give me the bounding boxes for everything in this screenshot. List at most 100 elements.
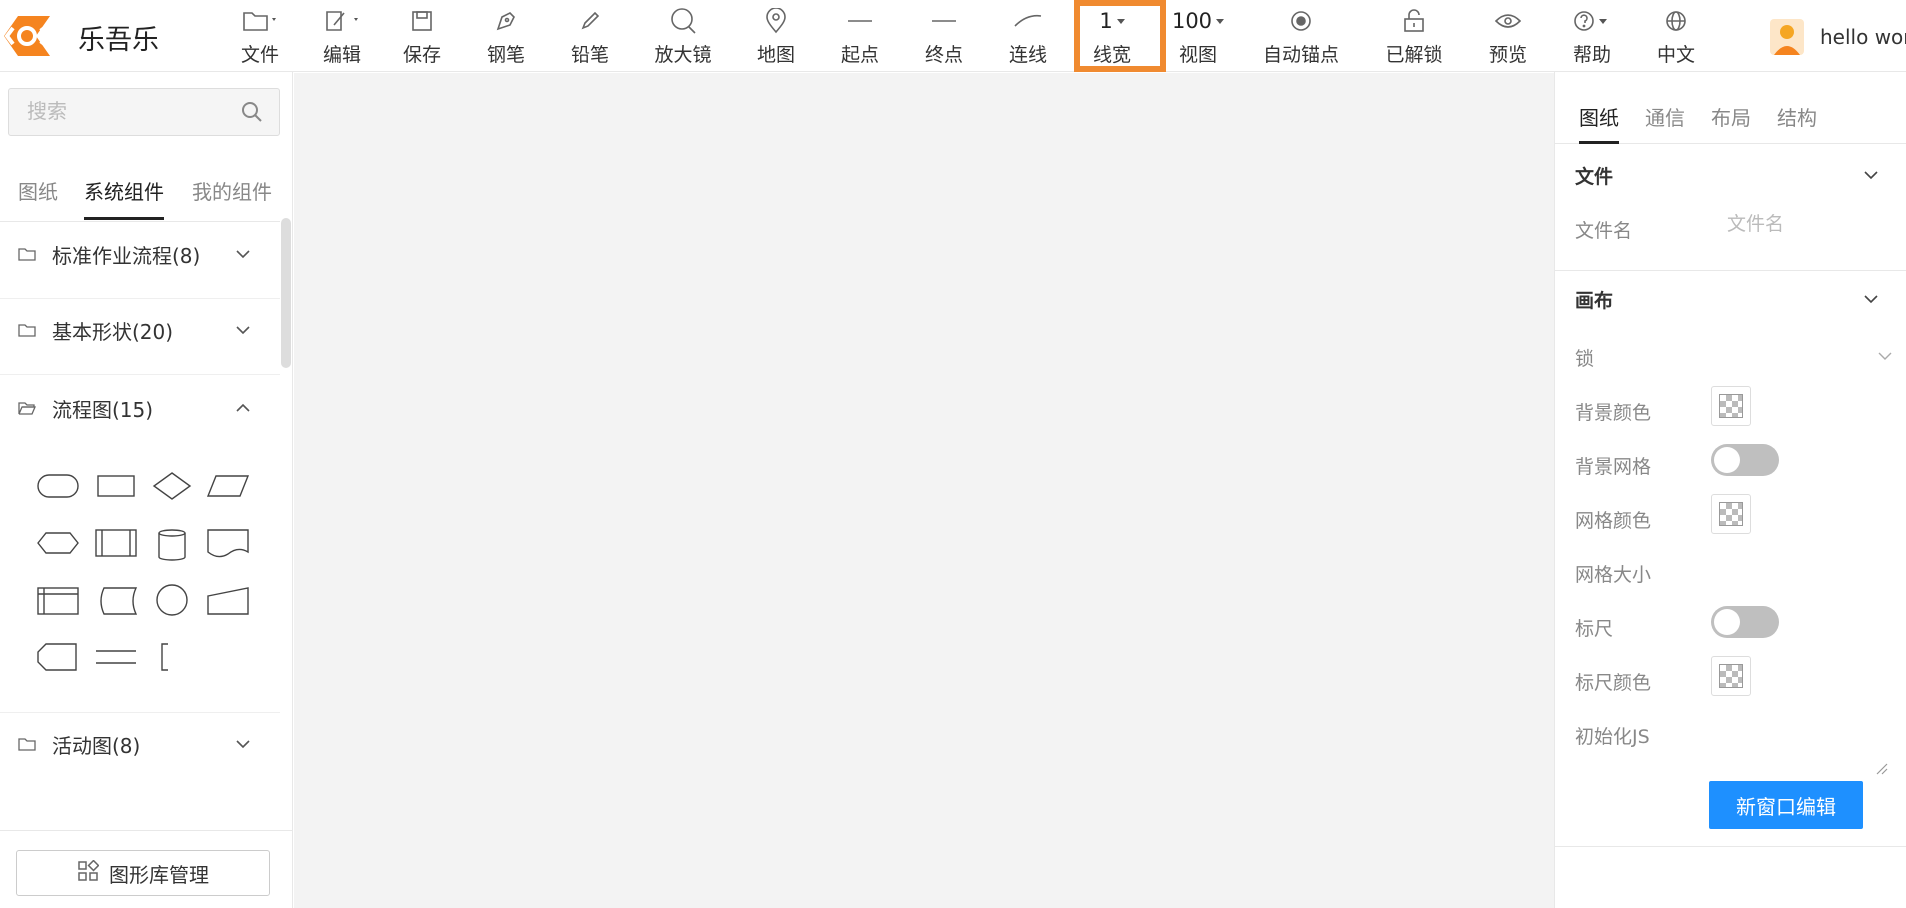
stored-data-shape[interactable] bbox=[94, 586, 142, 626]
scrollbar[interactable] bbox=[281, 218, 291, 368]
start-line-icon bbox=[845, 4, 875, 38]
tab-drawings[interactable]: 图纸 bbox=[18, 172, 58, 220]
filename-input[interactable] bbox=[1719, 207, 1889, 243]
end-line-icon bbox=[929, 4, 959, 38]
terminator-shape[interactable] bbox=[36, 470, 84, 510]
preparation-shape[interactable] bbox=[36, 528, 84, 568]
data-shape[interactable] bbox=[206, 470, 254, 510]
file-icon bbox=[240, 4, 280, 38]
pencil-label: 铅笔 bbox=[570, 44, 609, 66]
background-grid-toggle[interactable] bbox=[1711, 444, 1779, 476]
tab-system-components[interactable]: 系统组件 bbox=[84, 172, 164, 220]
grid-color-picker[interactable] bbox=[1711, 494, 1751, 534]
right-tabs: 图纸 通信 布局 结构 bbox=[1555, 92, 1906, 144]
ruler-color-picker[interactable] bbox=[1711, 656, 1751, 696]
shape-grid bbox=[30, 462, 260, 702]
background-color-picker[interactable] bbox=[1711, 386, 1751, 426]
save-icon bbox=[410, 4, 434, 38]
resize-grip-icon[interactable] bbox=[1875, 762, 1889, 776]
chevron-up-icon bbox=[236, 403, 250, 412]
canvas-section-header[interactable]: 画布 bbox=[1555, 274, 1906, 324]
internal-storage-shape[interactable] bbox=[36, 586, 84, 626]
divider bbox=[1555, 846, 1906, 847]
database-shape[interactable] bbox=[150, 528, 198, 568]
pen-button[interactable]: 钢笔 bbox=[482, 4, 530, 68]
filename-label: 文件名 bbox=[1575, 220, 1633, 242]
right-sidebar: 图纸 通信 布局 结构 文件 文件名 画布 锁 背景颜色 背景网格 网格颜色 网… bbox=[1554, 72, 1906, 908]
divider bbox=[0, 374, 280, 375]
process-shape[interactable] bbox=[94, 470, 142, 510]
magnifier-icon bbox=[669, 4, 697, 38]
unlock-icon bbox=[1401, 4, 1427, 38]
app-title: 乐吾乐 bbox=[78, 25, 159, 56]
end-arrow-button[interactable]: 终点 bbox=[920, 4, 968, 68]
search-input[interactable] bbox=[9, 89, 239, 135]
edit-icon bbox=[322, 4, 362, 38]
tab-layout[interactable]: 布局 bbox=[1711, 102, 1751, 144]
category-basic-shapes[interactable]: 基本形状(20) bbox=[0, 300, 275, 360]
background-color-label: 背景颜色 bbox=[1575, 402, 1652, 424]
tab-structure[interactable]: 结构 bbox=[1777, 102, 1817, 144]
pen-icon bbox=[494, 4, 518, 38]
anchor-icon bbox=[1289, 4, 1313, 38]
transparent-swatch-icon bbox=[1719, 502, 1743, 526]
edit-label: 编辑 bbox=[322, 44, 361, 66]
connect-line-button[interactable]: 连线 bbox=[1004, 4, 1052, 68]
search-icon[interactable] bbox=[241, 101, 263, 127]
file-menu-button[interactable]: 文件 bbox=[234, 4, 286, 68]
map-button[interactable]: 地图 bbox=[752, 4, 800, 68]
save-button[interactable]: 保存 bbox=[398, 4, 446, 68]
line-width-button[interactable]: 1 线宽 bbox=[1086, 4, 1138, 68]
help-menu-button[interactable]: 帮助 bbox=[1568, 4, 1616, 68]
user-menu[interactable]: hello world bbox=[1770, 18, 1906, 56]
chevron-down-icon bbox=[1864, 171, 1878, 180]
folder-icon bbox=[18, 248, 36, 261]
toggle-knob bbox=[1714, 609, 1740, 635]
category-activity-diagram[interactable]: 活动图(8) bbox=[0, 714, 275, 774]
view-label: 视图 bbox=[1178, 44, 1217, 66]
transparent-swatch-icon bbox=[1719, 664, 1743, 688]
view-zoom-button[interactable]: 100 视图 bbox=[1172, 4, 1225, 68]
decision-shape[interactable] bbox=[150, 470, 198, 510]
help-icon bbox=[1572, 4, 1612, 38]
preview-button[interactable]: 预览 bbox=[1484, 4, 1532, 68]
parallel-mode-shape[interactable] bbox=[94, 642, 142, 682]
drawing-canvas[interactable] bbox=[294, 73, 1554, 908]
annotation-shape[interactable] bbox=[156, 642, 204, 682]
tab-my-components[interactable]: 我的组件 bbox=[192, 172, 272, 220]
display-shape[interactable] bbox=[36, 642, 84, 682]
pen-label: 钢笔 bbox=[486, 44, 525, 66]
shape-library-button[interactable]: 图形库管理 bbox=[16, 850, 270, 896]
preview-label: 预览 bbox=[1488, 44, 1527, 66]
start-arrow-button[interactable]: 起点 bbox=[836, 4, 884, 68]
tab-drawing[interactable]: 图纸 bbox=[1579, 102, 1619, 144]
file-section-header[interactable]: 文件 bbox=[1555, 150, 1906, 200]
chevron-down-icon bbox=[236, 326, 250, 335]
shape-library-label: 图形库管理 bbox=[109, 862, 209, 887]
divider bbox=[0, 298, 280, 299]
category-sop[interactable]: 标准作业流程(8) bbox=[0, 224, 275, 284]
line-width-label: 线宽 bbox=[1092, 44, 1131, 66]
magnifier-button[interactable]: 放大镜 bbox=[650, 4, 716, 68]
category-flowchart[interactable]: 流程图(15) bbox=[0, 378, 275, 438]
lock-select[interactable] bbox=[1711, 339, 1901, 373]
subprocess-shape[interactable] bbox=[94, 528, 142, 568]
pencil-button[interactable]: 铅笔 bbox=[566, 4, 614, 68]
auto-anchor-button[interactable]: 自动锚点 bbox=[1260, 4, 1342, 68]
canvas-section-title: 画布 bbox=[1575, 289, 1614, 312]
new-window-edit-button[interactable]: 新窗口编辑 bbox=[1709, 781, 1863, 829]
divider bbox=[1555, 270, 1906, 271]
ruler-toggle[interactable] bbox=[1711, 606, 1779, 638]
globe-icon bbox=[1664, 4, 1688, 38]
start-label: 起点 bbox=[840, 44, 879, 66]
logo-icon bbox=[0, 12, 56, 60]
tab-communication[interactable]: 通信 bbox=[1645, 102, 1685, 144]
transparent-swatch-icon bbox=[1719, 394, 1743, 418]
manual-input-shape[interactable] bbox=[206, 586, 254, 626]
document-shape[interactable] bbox=[206, 528, 254, 568]
lock-toggle-button[interactable]: 已解锁 bbox=[1383, 4, 1445, 68]
edit-menu-button[interactable]: 编辑 bbox=[316, 4, 368, 68]
connector-shape[interactable] bbox=[150, 582, 198, 622]
folder-icon bbox=[18, 324, 36, 337]
language-button[interactable]: 中文 bbox=[1652, 4, 1700, 68]
